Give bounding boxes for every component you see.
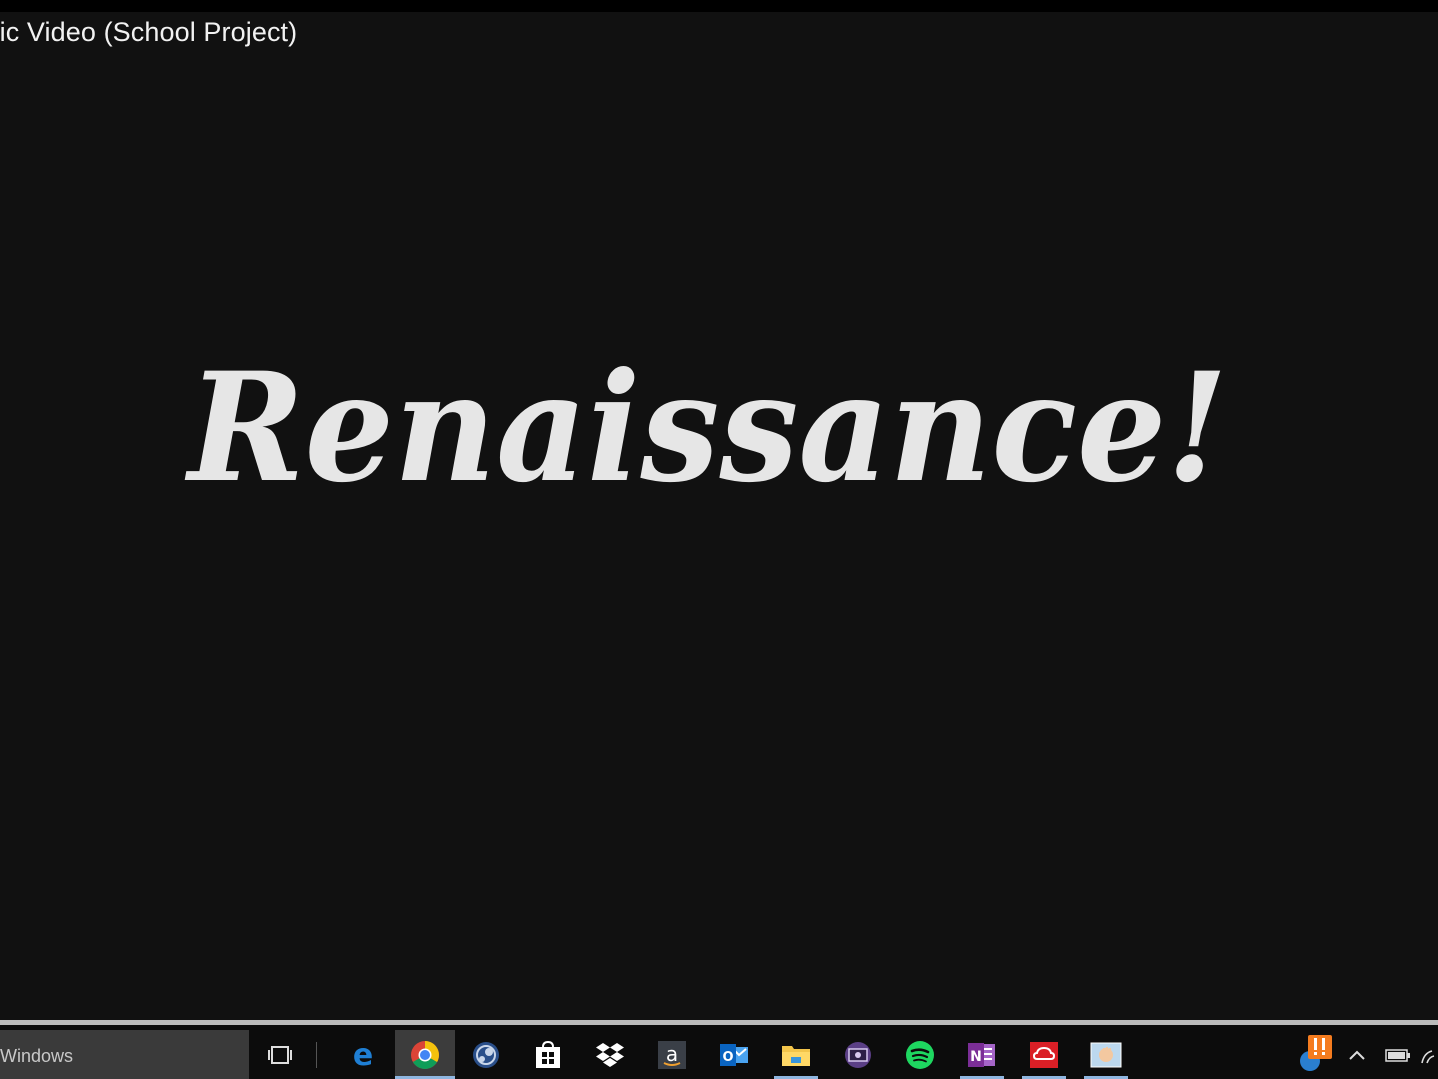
wifi-button[interactable] [1420, 1040, 1438, 1070]
media-player-button[interactable] [828, 1030, 888, 1079]
battery-button[interactable] [1382, 1040, 1414, 1070]
file-explorer-icon [782, 1045, 810, 1066]
onenote-button[interactable]: N [952, 1030, 1012, 1079]
task-view-button[interactable] [250, 1030, 310, 1079]
amazon-button[interactable]: a [642, 1030, 702, 1079]
battery-icon [1385, 1049, 1410, 1062]
search-placeholder: Windows [0, 1046, 74, 1066]
svg-text:O: O [722, 1050, 733, 1065]
show-hidden-icons-button[interactable] [1344, 1040, 1370, 1070]
steam-button[interactable] [456, 1030, 516, 1079]
outlook-icon: O [720, 1043, 748, 1066]
wifi-icon [1421, 1050, 1435, 1064]
dropbox-button[interactable] [580, 1030, 640, 1079]
tray-notification-button[interactable] [1296, 1035, 1336, 1075]
chrome-button[interactable] [395, 1030, 455, 1079]
taskbar-divider [316, 1042, 317, 1068]
video-player[interactable]: sic Video (School Project) Renaissance! [0, 0, 1438, 1020]
media-player-icon [845, 1041, 871, 1068]
outlook-button[interactable]: O [704, 1030, 764, 1079]
notification-alert-icon [1300, 1035, 1332, 1071]
amazon-icon: a [658, 1040, 686, 1069]
taskbar-search-box[interactable]: Windows [0, 1030, 249, 1079]
svg-text:N: N [970, 1049, 982, 1065]
windows-taskbar: Windows e a O N [0, 1025, 1438, 1079]
creative-cloud-icon [1030, 1041, 1058, 1068]
spotify-button[interactable] [890, 1030, 950, 1079]
renaissance-text: Renaissance! [184, 340, 1228, 516]
spotify-icon [906, 1040, 934, 1069]
file-explorer-button[interactable] [766, 1030, 826, 1079]
video-title[interactable]: sic Video (School Project) [0, 17, 297, 48]
steam-icon [473, 1041, 499, 1068]
video-frame-title: Renaissance! [180, 330, 1240, 530]
top-gradient [0, 0, 1438, 12]
show-hidden-icons-chevron [1349, 1050, 1365, 1060]
creative-cloud-button[interactable] [1014, 1030, 1074, 1079]
task-view-icon [268, 1045, 292, 1064]
svg-text:e: e [353, 1040, 373, 1070]
store-button[interactable] [518, 1030, 578, 1079]
paint-icon [1090, 1042, 1122, 1067]
store-icon [536, 1040, 560, 1068]
paint-button[interactable] [1076, 1030, 1136, 1079]
edge-button[interactable]: e [333, 1030, 393, 1079]
onenote-icon: N [968, 1042, 995, 1067]
edge-icon: e [353, 1040, 373, 1070]
dropbox-icon [596, 1042, 624, 1067]
chrome-icon [411, 1040, 439, 1069]
svg-text:a: a [666, 1042, 678, 1066]
